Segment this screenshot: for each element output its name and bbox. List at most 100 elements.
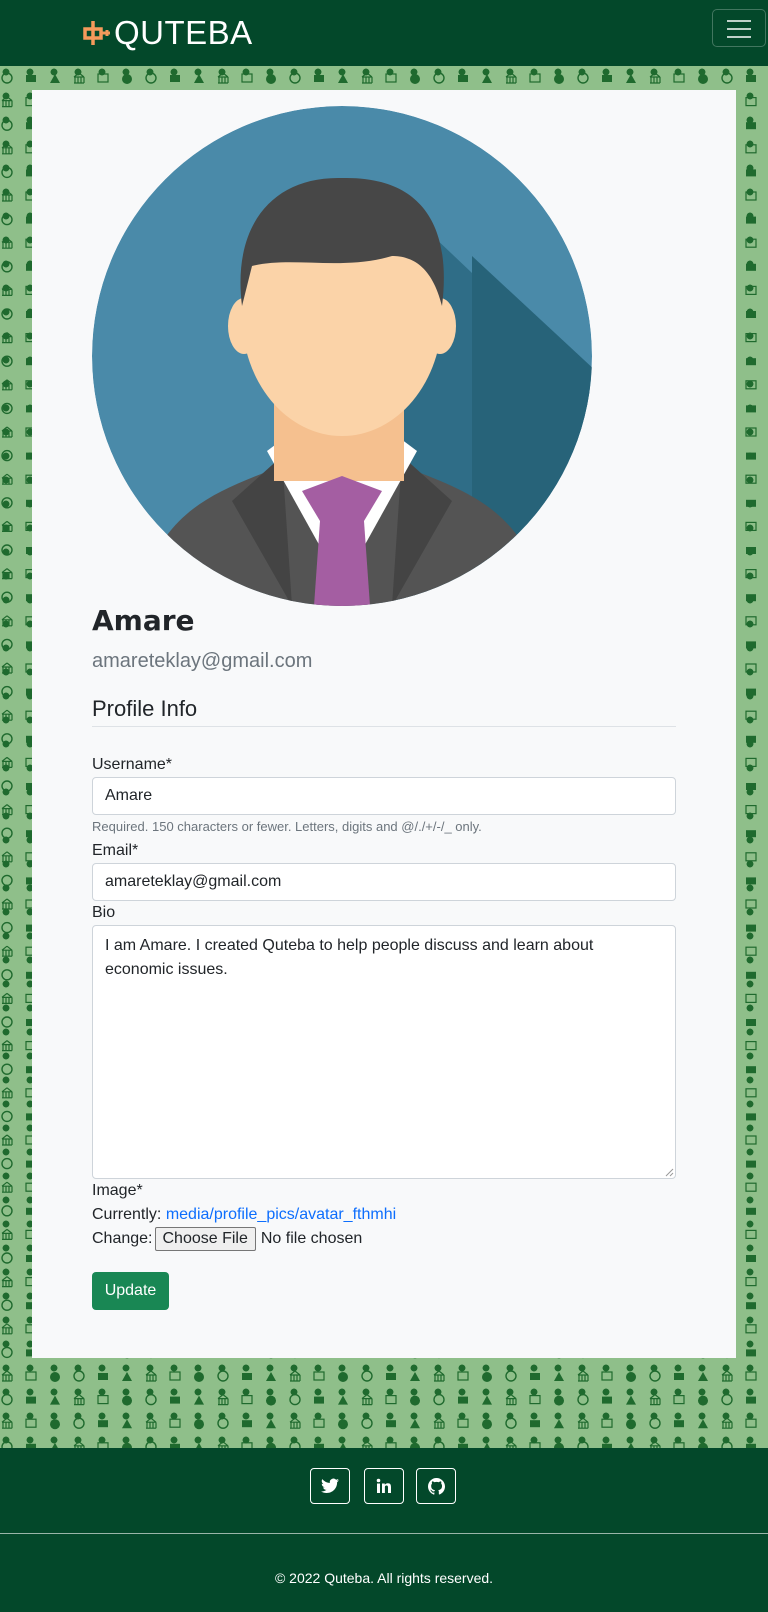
pattern-glyph-icon [745, 1371, 757, 1381]
choose-file-button[interactable]: Choose File [154, 1227, 256, 1251]
pattern-glyph-icon [313, 1418, 325, 1428]
pattern-glyph-icon [649, 1394, 661, 1406]
pattern-glyph-icon [745, 1324, 757, 1334]
pattern-glyph-icon [1, 119, 13, 131]
pattern-glyph-icon [1, 143, 13, 155]
pattern-glyph-icon [242, 1373, 252, 1380]
pattern-glyph-icon [338, 1395, 348, 1405]
github-icon [427, 1477, 445, 1495]
pattern-glyph-icon [1, 426, 13, 438]
pattern-glyph-icon [122, 1419, 132, 1429]
pattern-glyph-icon [410, 1372, 420, 1381]
pattern-glyph-icon [73, 1417, 85, 1429]
pattern-glyph-icon [25, 1371, 37, 1381]
currently-label: Currently: [92, 1206, 162, 1223]
pattern-glyph-icon [505, 1417, 517, 1429]
pattern-glyph-icon [745, 569, 757, 579]
change-label: Change: [92, 1230, 153, 1247]
current-image-link[interactable]: media/profile_pics/avatar_fthmhi [166, 1206, 396, 1223]
pattern-glyph-icon [482, 1395, 492, 1405]
update-button[interactable]: Update [92, 1272, 169, 1310]
pattern-glyph-icon [698, 1395, 708, 1406]
pattern-glyph-icon [241, 1394, 253, 1405]
pattern-glyph-icon [577, 1417, 589, 1429]
copyright-text: 2022 Quteba. All rights reserved. [289, 1570, 494, 1586]
pattern-glyph-icon [746, 971, 756, 979]
pattern-glyph-icon [433, 72, 445, 84]
navbar: QUTEBA [0, 0, 768, 66]
pattern-glyph-icon [745, 1135, 757, 1145]
pattern-glyph-icon [433, 1417, 445, 1429]
pattern-glyph-icon [1, 72, 13, 84]
pattern-glyph-icon [1, 1063, 13, 1075]
pattern-glyph-icon [1, 308, 13, 320]
pattern-glyph-icon [361, 72, 373, 84]
pattern-glyph-icon [386, 1373, 396, 1380]
pattern-glyph-icon [217, 1370, 229, 1382]
pattern-glyph-icon [385, 1394, 397, 1405]
pattern-glyph-icon [361, 1417, 373, 1429]
pattern-glyph-icon [1, 756, 13, 769]
pattern-glyph-icon [746, 1302, 756, 1310]
pattern-glyph-icon [1, 497, 13, 509]
copyright-icon: © [274, 1570, 286, 1586]
pattern-glyph-icon [746, 688, 756, 696]
pattern-glyph-icon [289, 72, 301, 84]
pattern-glyph-icon [217, 1394, 229, 1406]
pattern-glyph-icon [482, 74, 492, 83]
pattern-glyph-icon [98, 1373, 108, 1380]
brand-link[interactable]: QUTEBA [80, 10, 253, 56]
pattern-glyph-icon [1, 332, 13, 344]
email-input[interactable]: amareteklay@gmail.com [92, 863, 676, 901]
pattern-glyph-icon [433, 1393, 445, 1406]
pattern-glyph-icon [1, 1110, 13, 1123]
pattern-glyph-icon [1, 568, 13, 580]
pattern-glyph-icon [410, 1395, 420, 1406]
pattern-glyph-icon [745, 946, 757, 956]
pattern-glyph-icon [673, 73, 685, 83]
pattern-glyph-icon [410, 1419, 420, 1429]
pattern-glyph-icon [194, 74, 204, 83]
pattern-glyph-icon [73, 1394, 85, 1406]
pattern-glyph-icon [745, 238, 757, 248]
profile-avatar [92, 106, 592, 606]
github-link[interactable] [416, 1468, 456, 1504]
pattern-glyph-icon [1, 615, 13, 627]
navbar-toggler-button[interactable] [712, 9, 766, 47]
resize-grip-icon[interactable] [664, 1167, 674, 1177]
brand-name: QUTEBA [114, 14, 253, 51]
hamburger-icon [727, 20, 751, 22]
pattern-glyph-icon [1, 992, 13, 1005]
no-file-text: No file chosen [260, 1230, 363, 1247]
pattern-glyph-icon [1, 1087, 13, 1099]
pattern-glyph-icon [1, 921, 13, 934]
pattern-glyph-icon [577, 1393, 589, 1406]
pattern-glyph-icon [169, 1418, 181, 1428]
pattern-glyph-icon [601, 1418, 613, 1428]
twitter-link[interactable] [310, 1468, 350, 1504]
footer: © 2022 Quteba. All rights reserved. [0, 1448, 768, 1612]
pattern-glyph-icon [649, 72, 661, 84]
pattern-glyph-icon [1, 1228, 13, 1241]
pattern-glyph-icon [673, 1394, 685, 1405]
pattern-glyph-icon [313, 1371, 325, 1381]
pattern-glyph-icon [385, 73, 397, 83]
pattern-glyph-icon [1, 709, 13, 721]
pattern-glyph-icon [1, 638, 13, 651]
pattern-glyph-icon [746, 75, 756, 82]
pattern-glyph-icon [746, 877, 756, 885]
pattern-glyph-icon [266, 1372, 276, 1381]
pattern-glyph-icon [1, 544, 13, 556]
pattern-glyph-icon [361, 1370, 373, 1382]
pattern-glyph-icon [745, 380, 757, 390]
section-title: Profile Info [92, 696, 198, 721]
pattern-glyph-icon [746, 1019, 756, 1026]
pattern-glyph-icon [314, 75, 324, 82]
pattern-glyph-icon [505, 1394, 517, 1406]
linkedin-link[interactable] [364, 1468, 404, 1504]
pattern-glyph-icon [745, 285, 757, 295]
pattern-glyph-icon [745, 899, 757, 909]
bio-textarea[interactable]: I am Amare. I created Quteba to help peo… [92, 925, 676, 1179]
username-input[interactable]: Amare [92, 777, 676, 815]
pattern-glyph-icon [194, 1372, 204, 1382]
